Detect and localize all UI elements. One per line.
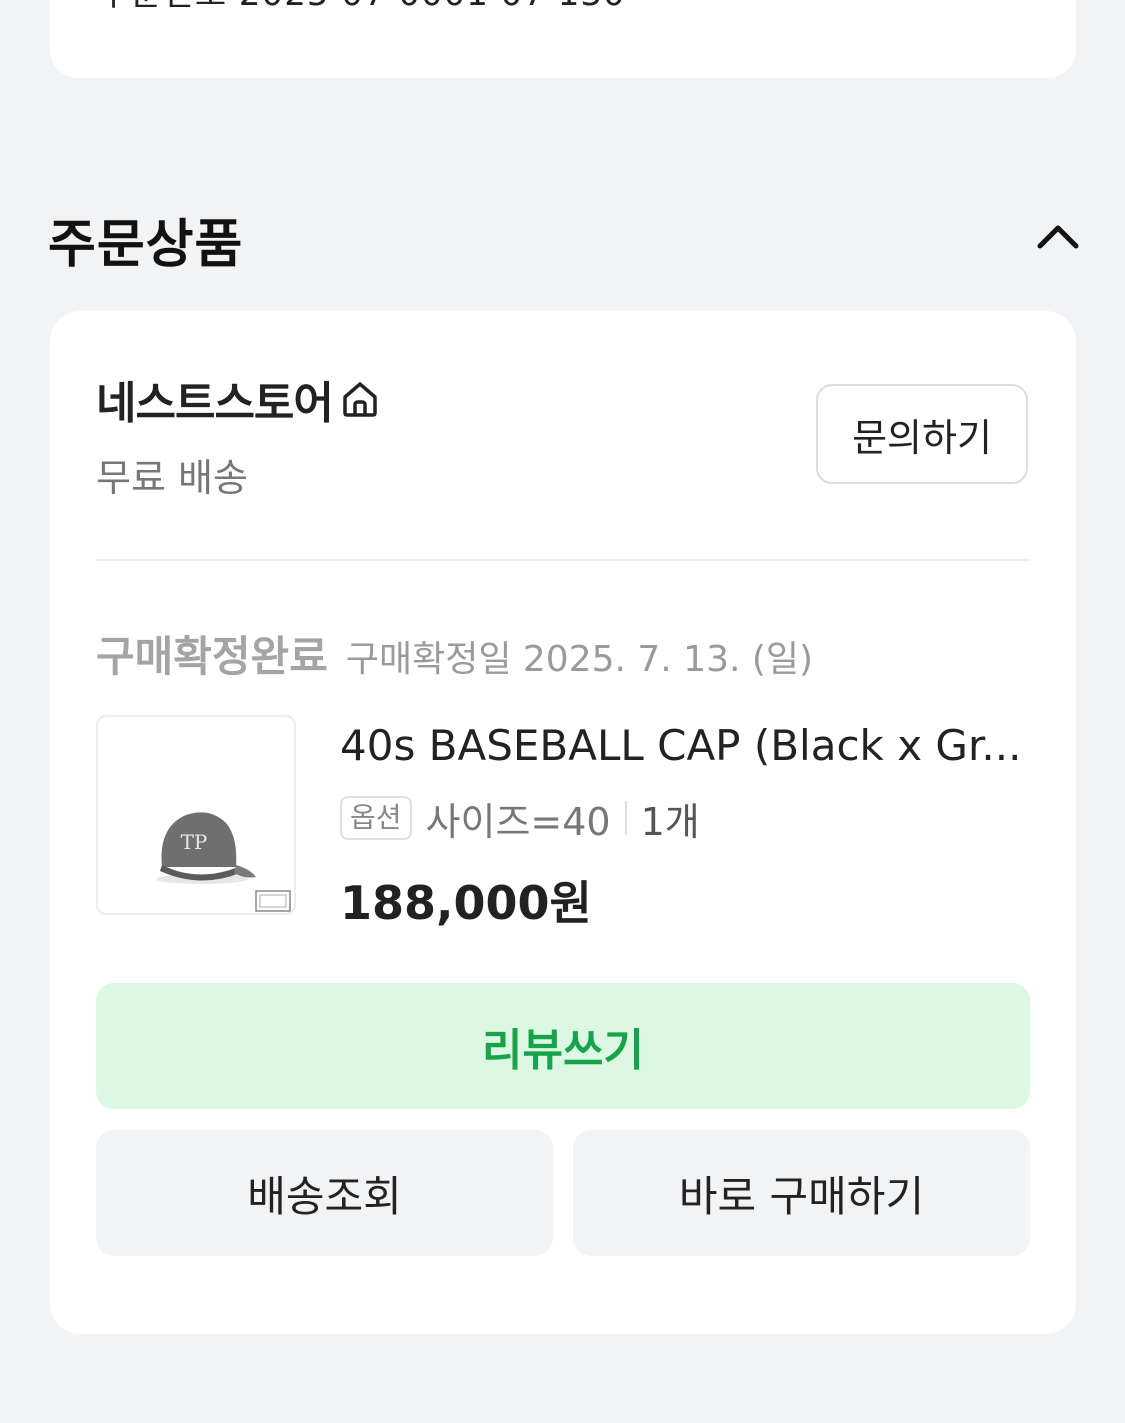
shipping-fee: 무료 배송 [96,456,248,500]
option-separator [624,801,627,835]
option-value: 사이즈=40 [425,799,611,844]
chevron-up-icon[interactable] [1034,214,1082,258]
order-number-text: 주문번호 2025 07 0001 07 130 [98,0,626,15]
cap-image: TP [156,812,291,912]
order-item-card: 네스트스토어 무료 배송 문의하기 구매확정완료 구매확정일 2025. 7. … [50,311,1076,1334]
option-badge: 옵션 [340,796,412,840]
divider [96,559,1030,561]
svg-text:TP: TP [181,830,208,854]
track-delivery-button[interactable]: 배송조회 [96,1130,553,1256]
confirm-date: 구매확정일 2025. 7. 13. (일) [345,639,814,680]
inquiry-button[interactable]: 문의하기 [816,384,1028,484]
home-icon [343,382,377,417]
product-name[interactable]: 40s BASEBALL CAP (Black x Gr... [340,721,1030,770]
store-link[interactable]: 네스트스토어 [96,369,381,429]
product-option-row: 옵션 사이즈=40 1개 [340,791,700,845]
section-title: 주문상품 [48,215,244,275]
order-status-row: 구매확정완료 구매확정일 2025. 7. 13. (일) [96,623,813,684]
status-label: 구매확정완료 [96,632,328,681]
order-items-header[interactable]: 주문상품 [48,196,1082,276]
store-name: 네스트스토어 [96,378,334,429]
order-info-card: 주문번호 2025 07 0001 07 130 [50,0,1076,78]
write-review-button[interactable]: 리뷰쓰기 [96,983,1030,1109]
buy-again-button[interactable]: 바로 구매하기 [573,1130,1030,1256]
product-price: 188,000원 [340,876,592,930]
product-thumbnail[interactable]: TP [96,715,296,915]
quantity: 1개 [640,799,700,844]
